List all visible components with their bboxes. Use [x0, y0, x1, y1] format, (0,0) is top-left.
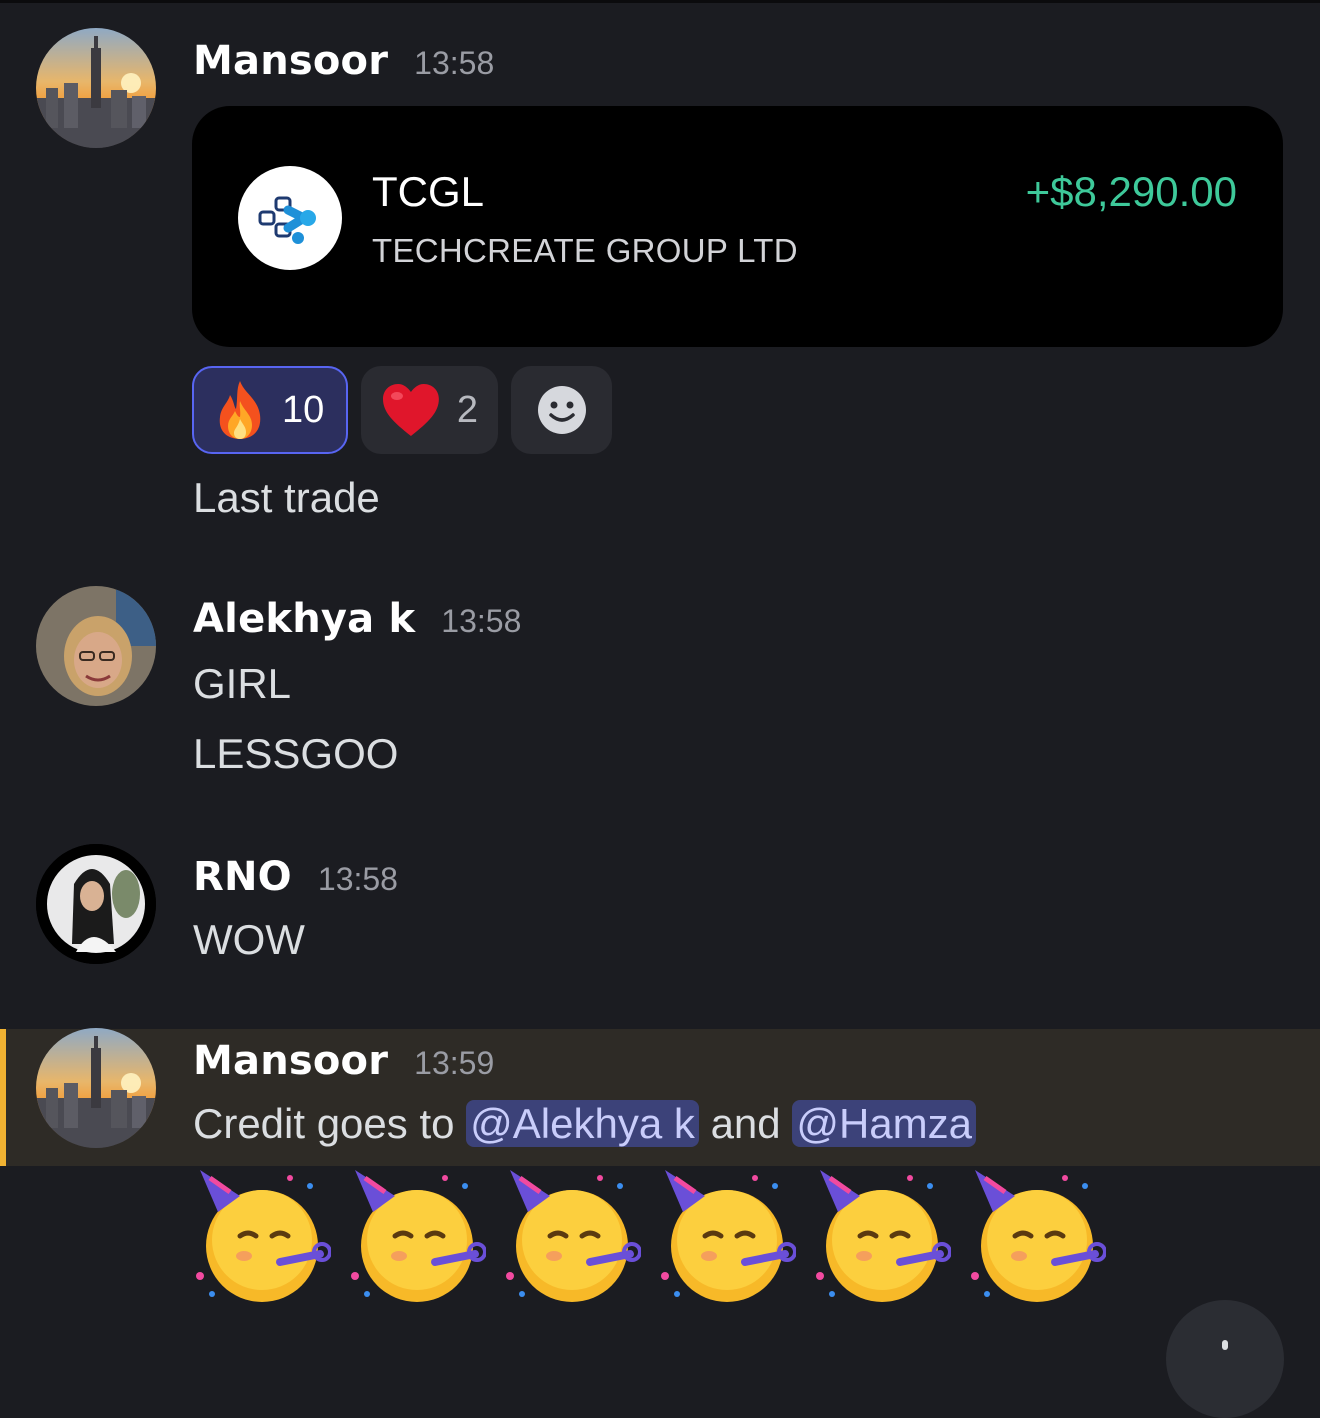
message-text: GIRL: [193, 660, 292, 707]
reaction-count: 10: [282, 388, 325, 431]
message-text: Credit goes to @Alekhya k and @Hamza: [193, 1100, 976, 1148]
username[interactable]: Mansoor: [193, 38, 388, 84]
partying-face-icon: [971, 1170, 1106, 1302]
partying-face-icon: [816, 1170, 951, 1302]
username[interactable]: Mansoor: [193, 1038, 388, 1084]
message-text-prefix: Credit goes to: [193, 1100, 455, 1147]
reactions-bar: 10 2: [192, 366, 612, 454]
trade-card[interactable]: TCGL TECHCREATE GROUP LTD +$8,290.00: [192, 106, 1283, 347]
heart-icon: [382, 384, 439, 436]
ticker-logo-icon: [238, 166, 342, 270]
reaction-count: 2: [456, 388, 478, 431]
mention-alekhya[interactable]: @Alekhya k: [466, 1100, 699, 1147]
partying-face-icon: [196, 1170, 331, 1302]
add-reaction-button[interactable]: [511, 366, 612, 454]
company-name: TECHCREATE GROUP LTD: [372, 232, 798, 269]
message-text: Last trade: [193, 474, 380, 521]
avatar[interactable]: [36, 586, 156, 706]
avatar[interactable]: [36, 844, 156, 964]
message-text: WOW: [193, 916, 305, 963]
smiley-add-icon: [537, 386, 586, 434]
message-text: LESSGOO: [193, 730, 399, 777]
username[interactable]: Alekhya k: [193, 596, 415, 642]
timestamp: 13:59: [414, 1045, 495, 1081]
reaction-heart[interactable]: 2: [361, 366, 498, 454]
arrow-down-icon: [1222, 1340, 1228, 1350]
username[interactable]: RNO: [193, 854, 292, 900]
reaction-fire[interactable]: 10: [192, 366, 348, 454]
fire-icon: [219, 381, 261, 439]
avatar[interactable]: [36, 28, 156, 148]
profit-amount: +$8,290.00: [1025, 168, 1237, 215]
timestamp: 13:58: [414, 45, 495, 81]
mention-highlight-bar: [0, 1029, 6, 1166]
partying-face-icon: [661, 1170, 796, 1302]
partying-face-icon: [506, 1170, 641, 1302]
timestamp: 13:58: [317, 861, 398, 897]
message-text-join: and: [710, 1100, 781, 1147]
ticker-symbol: TCGL: [372, 168, 485, 215]
mention-hamza[interactable]: @Hamza: [792, 1100, 976, 1147]
emoji-row: [190, 1166, 1106, 1307]
partying-face-icon: [351, 1170, 486, 1302]
timestamp: 13:58: [441, 603, 522, 639]
scroll-to-bottom-button[interactable]: [1166, 1300, 1284, 1418]
top-divider: [0, 0, 1320, 3]
avatar[interactable]: [36, 1028, 156, 1148]
